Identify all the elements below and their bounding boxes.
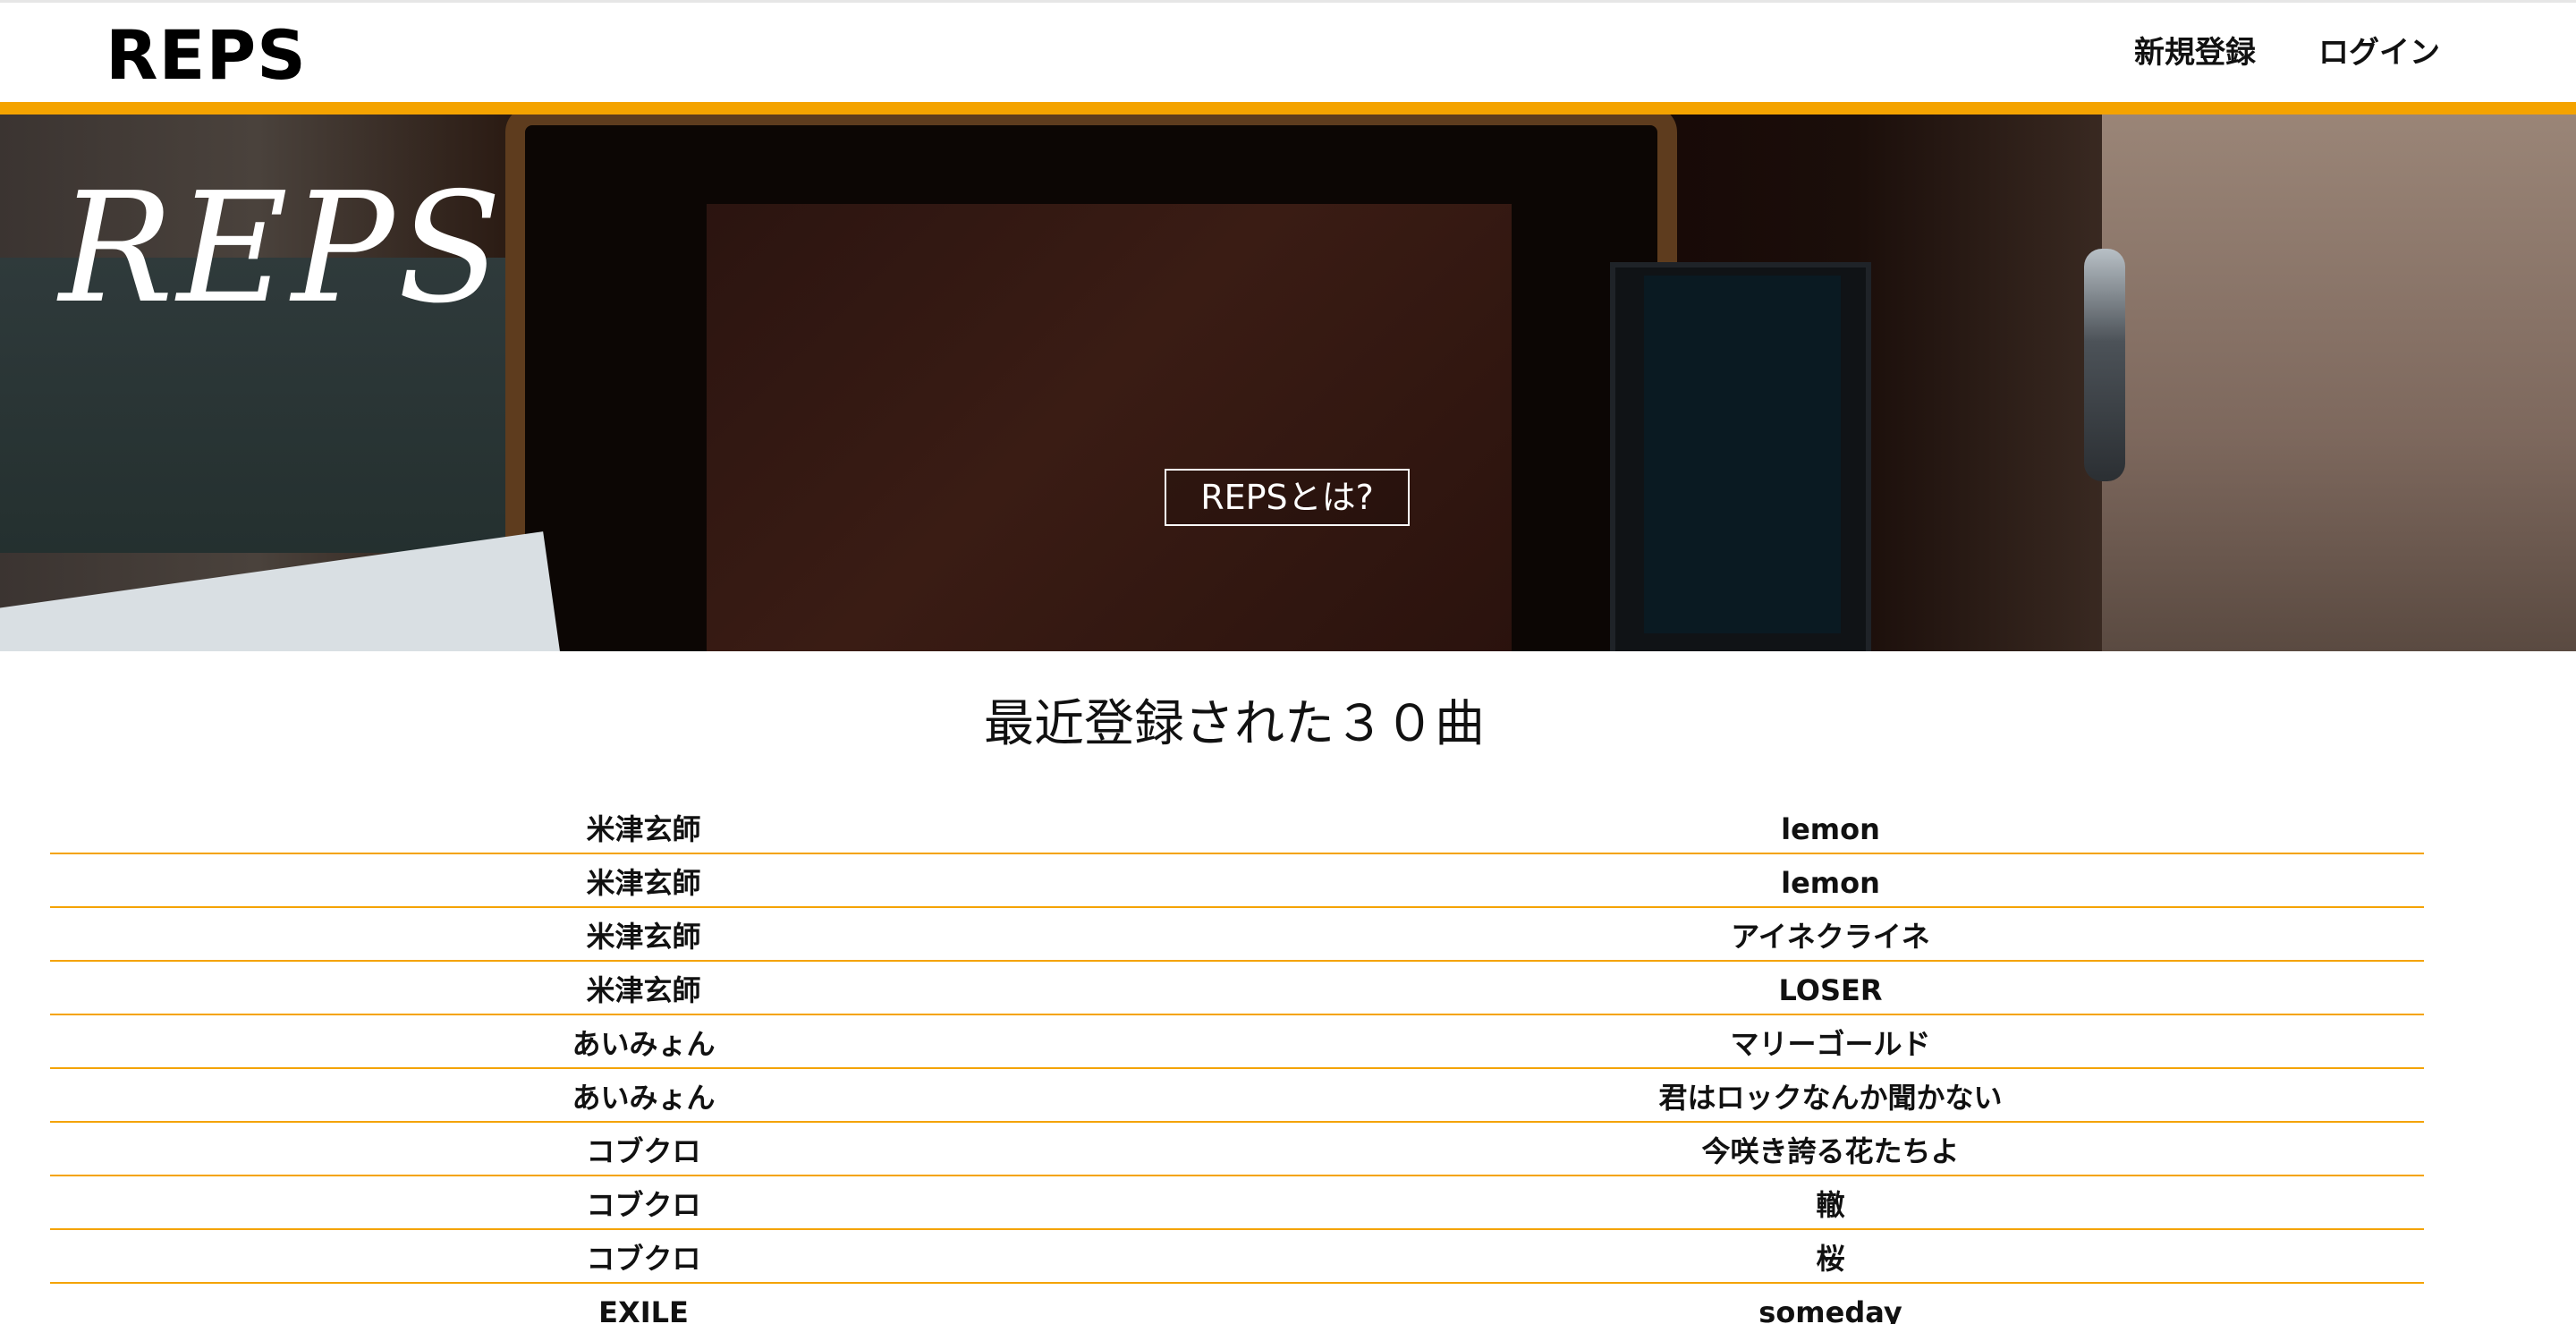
song-artist[interactable]: 米津玄師 <box>50 913 1237 960</box>
song-artist[interactable]: EXILE <box>50 1289 1237 1324</box>
login-link[interactable]: ログイン <box>2318 30 2440 76</box>
song-artist[interactable]: 米津玄師 <box>50 967 1237 1014</box>
recent-songs-title: 最近登録された３０曲 <box>984 695 1485 753</box>
song-row[interactable]: 米津玄師 lemon <box>50 801 2424 854</box>
song-row[interactable]: あいみょん マリーゴールド <box>50 1015 2424 1069</box>
about-reps-button[interactable]: REPSとは? <box>1165 469 1410 526</box>
hero-photo-remote-screen <box>1644 276 1841 633</box>
song-row[interactable]: コブクロ 桜 <box>50 1230 2424 1284</box>
song-title[interactable]: lemon <box>1237 860 2424 906</box>
song-row[interactable]: コブクロ 轍 <box>50 1176 2424 1230</box>
song-artist[interactable]: コブクロ <box>50 1128 1237 1175</box>
song-title[interactable]: マリーゴールド <box>1237 1021 2424 1067</box>
song-title[interactable]: LOSER <box>1237 967 2424 1014</box>
song-row[interactable]: あいみょん 君はロックなんか聞かない <box>50 1069 2424 1123</box>
hero-photo-tablet-screen <box>707 204 1512 651</box>
song-artist[interactable]: コブクロ <box>50 1182 1237 1228</box>
song-title[interactable]: 轍 <box>1237 1182 2424 1228</box>
song-artist[interactable]: あいみょん <box>50 1074 1237 1121</box>
song-artist[interactable]: コブクロ <box>50 1235 1237 1282</box>
site-header: REPS 新規登録 ログイン <box>0 0 2576 102</box>
song-title[interactable]: 今咲き誇る花たちよ <box>1237 1128 2424 1175</box>
song-title[interactable]: 君はロックなんか聞かない <box>1237 1074 2424 1121</box>
header-accent-bar <box>0 102 2576 115</box>
song-artist[interactable]: あいみょん <box>50 1021 1237 1067</box>
song-title[interactable]: 桜 <box>1237 1235 2424 1282</box>
song-row[interactable]: 米津玄師 lemon <box>50 854 2424 908</box>
recent-songs-table: 米津玄師 lemon 米津玄師 lemon 米津玄師 アイネクライネ 米津玄師 … <box>50 801 2424 1324</box>
song-title[interactable]: someday <box>1237 1289 2424 1324</box>
header-nav: 新規登録 ログイン <box>2134 30 2440 76</box>
song-row[interactable]: 米津玄師 アイネクライネ <box>50 908 2424 962</box>
hero-banner: REPS REPSとは? <box>0 115 2576 651</box>
hero-title: REPS <box>59 160 505 337</box>
signup-link[interactable]: 新規登録 <box>2134 30 2256 76</box>
song-row[interactable]: コブクロ 今咲き誇る花たちよ <box>50 1123 2424 1176</box>
hero-photo-microphone <box>2084 249 2125 481</box>
song-title[interactable]: lemon <box>1237 806 2424 853</box>
song-row[interactable]: EXILE someday <box>50 1284 2424 1324</box>
song-row[interactable]: 米津玄師 LOSER <box>50 962 2424 1015</box>
hero-photo-wall <box>2102 115 2576 651</box>
site-logo[interactable]: REPS <box>106 15 307 96</box>
page: REPS 新規登録 ログイン REPS REPSとは? 最近登録された３０曲 米… <box>0 0 2576 1324</box>
song-title[interactable]: アイネクライネ <box>1237 913 2424 960</box>
song-artist[interactable]: 米津玄師 <box>50 806 1237 853</box>
song-artist[interactable]: 米津玄師 <box>50 860 1237 906</box>
